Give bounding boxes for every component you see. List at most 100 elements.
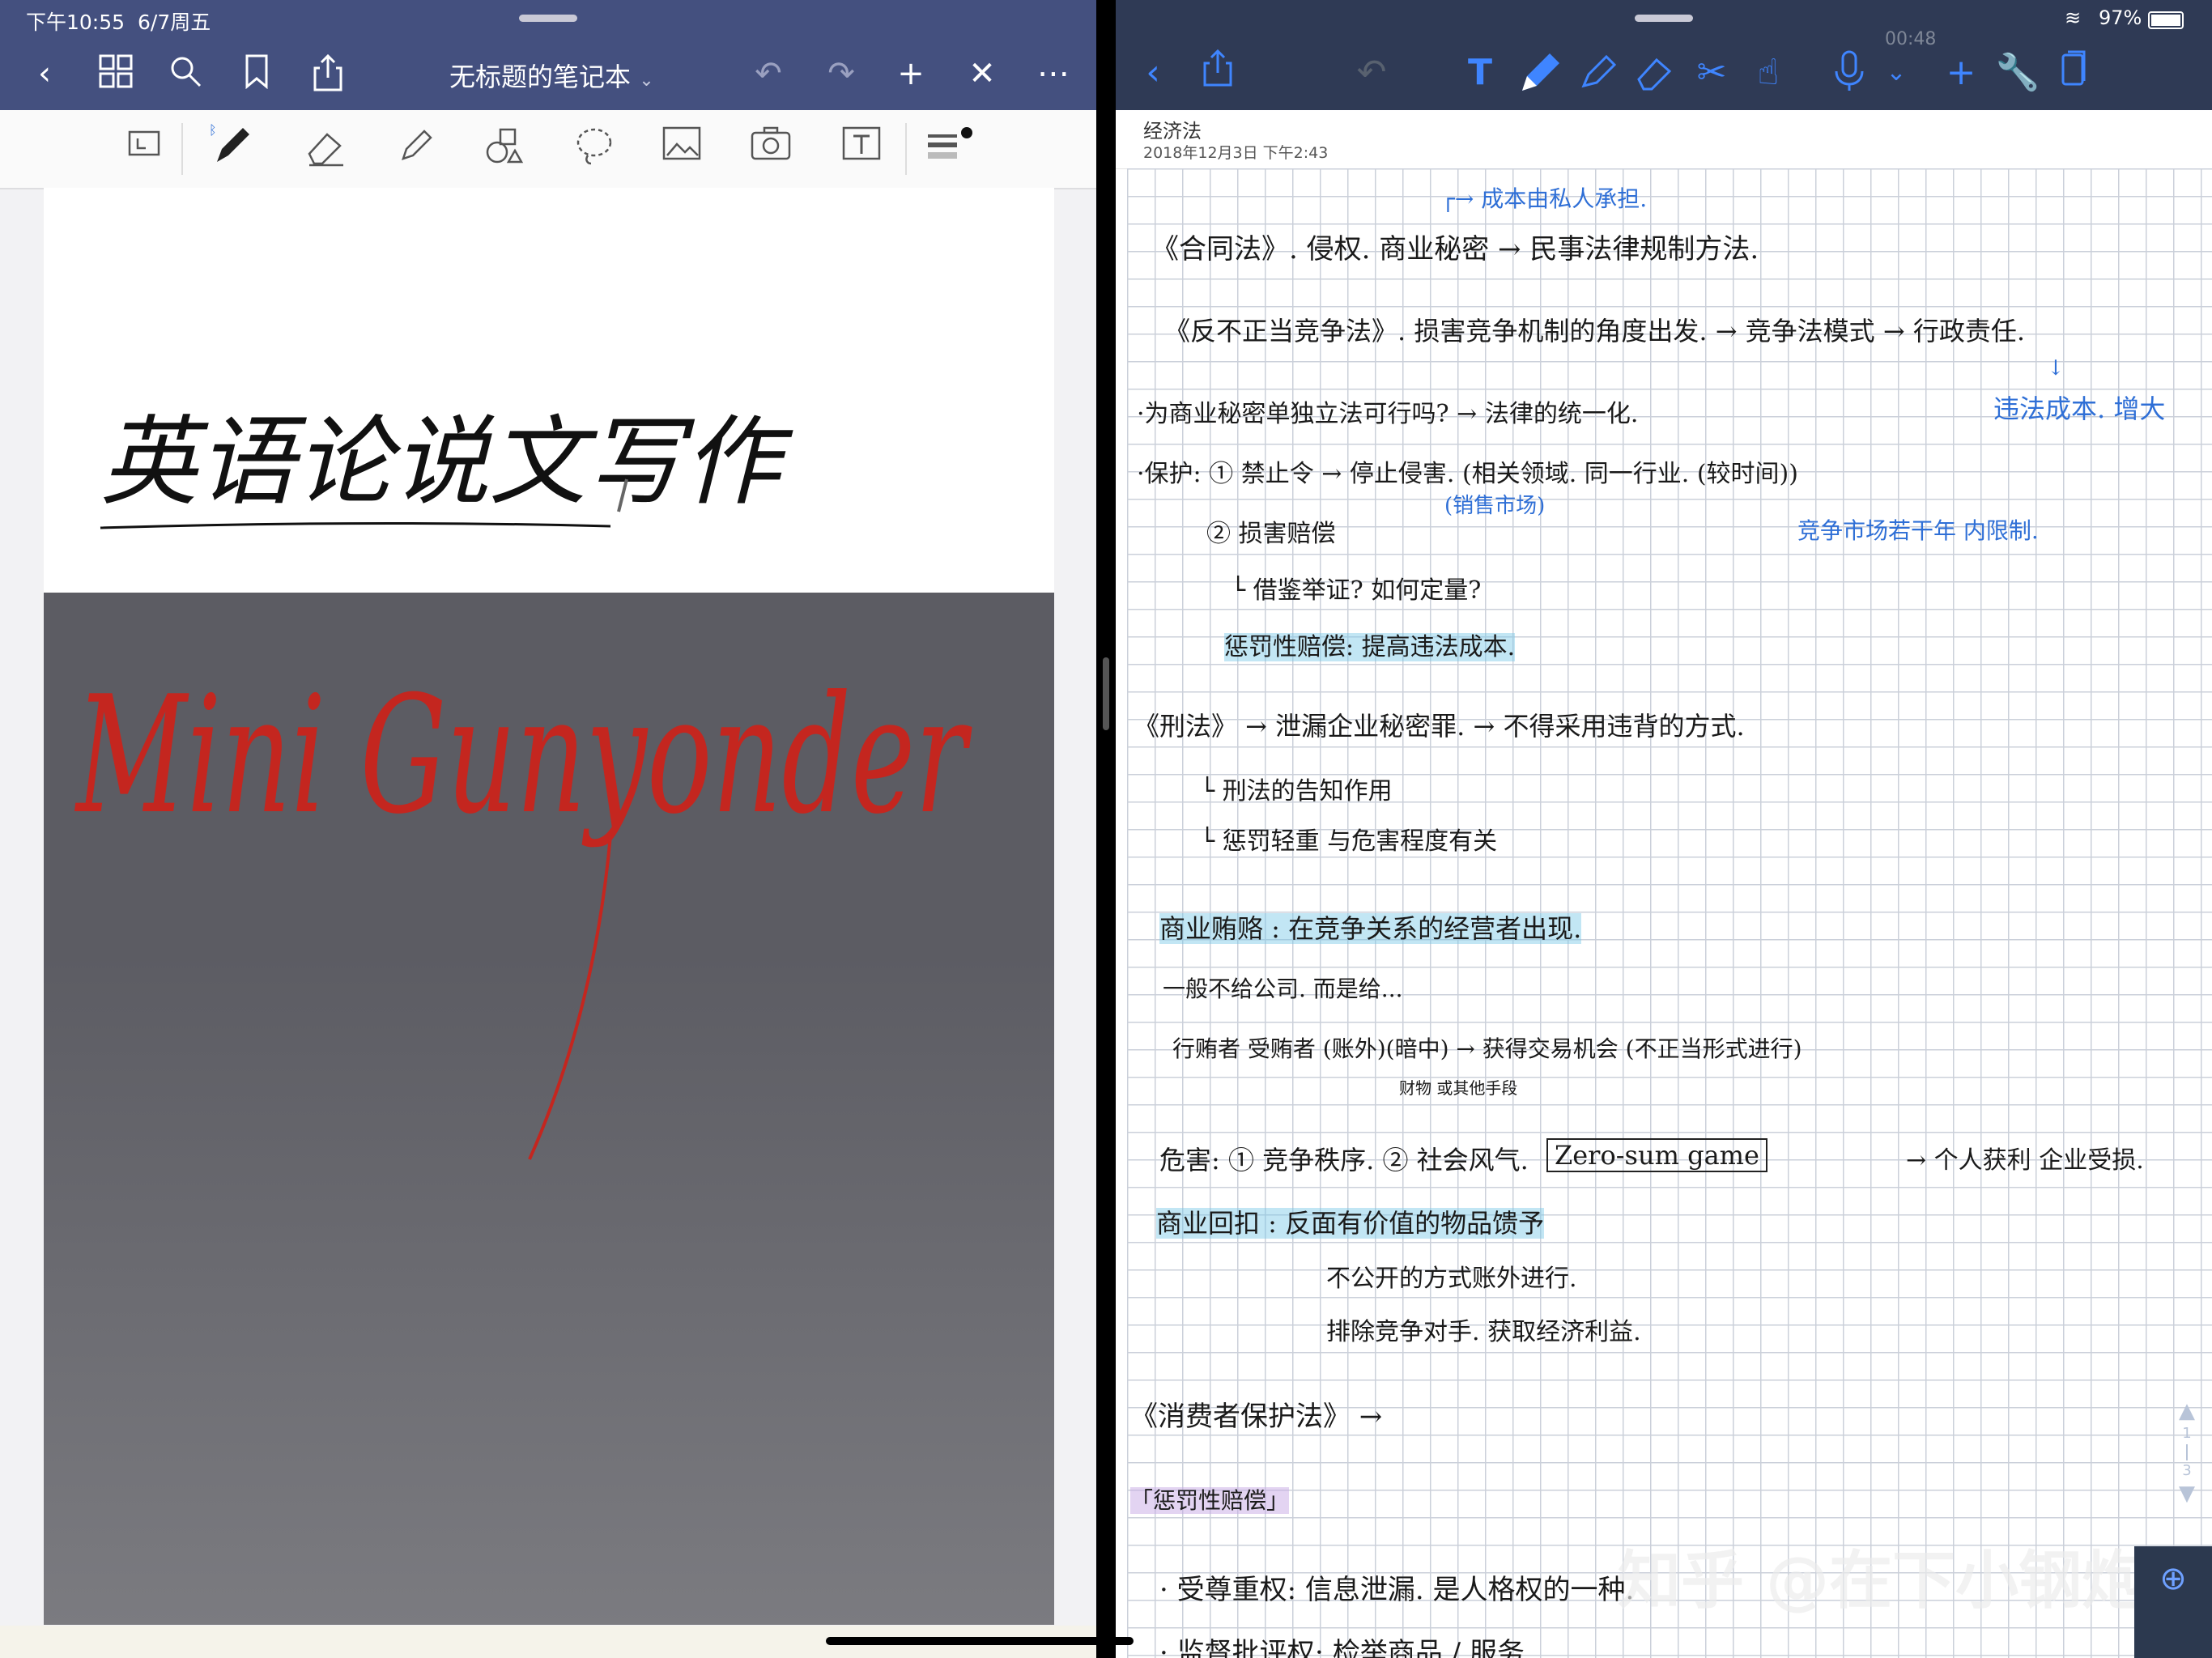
shapes-icon[interactable] [478,123,530,175]
camera-icon[interactable] [745,123,797,175]
undo-icon[interactable]: ↶ [748,53,789,94]
handwritten-line: └ 刑法的告知作用 [1200,777,1393,806]
textbox-icon[interactable] [836,123,887,175]
notebook-page[interactable]: 英语论说文写作 Mini Gunyonder [44,188,1054,1625]
svg-text:ᛒ: ᛒ [209,123,217,138]
close-pen-icon[interactable]: ✕ [962,53,1002,94]
handwritten-line: └ 借鉴举证? 如何定量? [1231,576,1482,605]
status-date: 6/7周五 [138,11,211,34]
notes-app-pane: ≋ 97% 00:48 ‹ ↶ T ✂ ☝ ⌄ + 🔧 经济法 2018年12月… [1116,0,2212,1658]
wifi-icon: ≋ [2065,6,2082,29]
lasso-icon[interactable] [568,123,620,175]
scroll-track [2186,1444,2188,1460]
image-icon[interactable] [656,123,708,175]
scissors-icon[interactable]: ✂ [1687,49,1736,97]
page-switch-icon[interactable] [118,123,170,175]
page-total: 3 [2182,1462,2192,1479]
handwritten-line: 《合同法》. 侵权. 商业秘密 → 民事法律规制方法. [1151,233,1759,266]
note-title[interactable]: 经济法 [1143,115,1202,143]
svg-text:Mini Gunyonder: Mini Gunyonder [74,661,972,850]
handwritten-line: · 监督批评权: 检举商品 / 服务... [1159,1637,1551,1658]
chevron-down-icon[interactable]: ⌄ [1872,49,1921,97]
undo-icon[interactable]: ↶ [1347,49,1396,97]
page-scroller[interactable]: ▲ 1 3 ▼ [2173,1399,2201,1506]
watermark: 知乎 @在下小钢炮 [1618,1545,2146,1618]
back-icon[interactable]: ‹ [24,53,65,94]
search-icon[interactable] [165,53,206,94]
toolbar-divider [905,123,907,175]
handwritten-line: → 个人获利 企业受损. [1906,1146,2144,1175]
add-icon[interactable]: + [891,53,931,94]
pages-icon[interactable] [2048,49,2097,97]
handwritten-line: (销售市场) [1444,494,1546,518]
handwritten-line: 《反不正当竞争法》. 损害竞争机制的角度出发. → 竞争法模式 → 行政责任. [1164,316,2026,346]
drawing-toolbar: ᛒ [0,110,1096,189]
top-navigation-bar: 下午10:55 6/7周五 ‹ 无标题的笔记本 ⌄ ↶ ↷ + ✕ ⋯ [0,0,1096,110]
handwritten-line: 一般不给公司. 而是给... [1163,976,1403,1002]
share-icon[interactable] [1193,49,1242,97]
handwritten-line: ② 损害赔偿 [1206,520,1336,548]
inserted-image[interactable]: Mini Gunyonder [44,593,1054,1625]
handwritten-line: 违法成本. 增大 [1993,393,2166,424]
handwritten-title-strokes: 英语论说文写作 [100,406,793,529]
redo-icon[interactable]: ↷ [821,53,861,94]
handwritten-line: 行贿者 受贿者 (账外)(暗中) → 获得交易机会 (不正当形式进行) [1172,1035,1802,1062]
eraser-icon[interactable] [300,123,351,175]
top-toolbar: ≋ 97% 00:48 ‹ ↶ T ✂ ☝ ⌄ + 🔧 [1116,0,2212,110]
share-icon[interactable] [308,53,348,94]
handwritten-line: ↓ [2047,356,2065,380]
pen-icon[interactable]: ᛒ [206,122,257,175]
handwritten-line: 危害: ① 竞争秩序. ② 社会风气. [1159,1145,1529,1175]
pen-tool-icon[interactable] [1516,49,1564,97]
note-header: 经济法 2018年12月3日 下午2:43 [1116,110,2212,169]
highlighter-icon[interactable] [390,123,442,175]
text-tool-icon[interactable]: T [1456,49,1504,97]
recording-time: 00:48 [1885,29,1937,49]
grid-paper-canvas[interactable]: ┌→ 成本由私人承担. 《合同法》. 侵权. 商业秘密 → 民事法律规制方法. … [1127,168,2212,1658]
status-time: 下午10:55 [26,11,125,34]
hand-tool-icon[interactable]: ☝ [1744,49,1793,97]
highlighter-icon[interactable] [1574,49,1623,97]
handwritten-line: 不公开的方式账外进行. [1326,1265,1577,1293]
handwritten-line: 排除竞争对手. 获取经济利益. [1326,1318,1641,1346]
handwritten-signature: Mini Gunyonder [74,661,972,1160]
color-width-icon[interactable] [923,123,975,175]
handwritten-line: Zero-sum game [1546,1138,1767,1172]
battery-level: 97% [2099,6,2142,29]
handwritten-line: 《刑法》 → 泄漏企业秘密罪. → 不得采用违背的方式. [1134,711,1745,742]
home-indicator[interactable] [826,1637,1134,1645]
handwritten-line: ·保护: ① 禁止令 → 停止侵害. (相关领域. 同一行业. (较时间)) [1137,460,1798,488]
handwritten-line: 商业贿赂 : 在竞争关系的经营者出现. [1159,913,1582,944]
eraser-icon[interactable] [1631,49,1679,97]
microphone-icon[interactable] [1825,49,1874,97]
divider-grip[interactable] [1103,657,1109,730]
grid-icon[interactable] [96,53,136,94]
battery-icon [2148,11,2184,29]
toolbar-divider [181,123,183,175]
more-icon[interactable]: ⋯ [1033,53,1074,94]
note-date: 2018年12月3日 下午2:43 [1143,144,1329,162]
handwritten-line: 惩罚性赔偿: 提高违法成本. [1224,633,1516,661]
handwritten-line: 《消费者保护法》 → [1130,1401,1383,1433]
notebook-app-pane: 下午10:55 6/7周五 ‹ 无标题的笔记本 ⌄ ↶ ↷ + ✕ ⋯ ᛒ 英语… [0,0,1096,1658]
handwritten-line: 「惩罚性赔偿」 [1130,1487,1290,1514]
handwriting-area[interactable]: 英语论说文写作 [44,188,1054,593]
handwritten-line: ·为商业秘密单独立法可行吗? → 法律的统一化. [1137,400,1639,428]
wrench-icon[interactable]: 🔧 [1993,49,2042,97]
handwritten-line: └ 惩罚轻重 与危害程度有关 [1200,827,1498,856]
zoom-icon[interactable]: ⊕ [2134,1546,2212,1658]
handwritten-line: 商业回扣 : 反面有价值的物品馈予 [1156,1208,1545,1239]
notebook-title[interactable]: 无标题的笔记本 ⌄ [449,57,692,94]
bookmark-icon[interactable] [236,53,277,94]
back-icon[interactable]: ‹ [1129,49,1177,97]
add-page-icon[interactable]: + [1937,49,1985,97]
handwritten-line: 财物 或其他手段 [1399,1078,1518,1098]
scroll-up-icon[interactable]: ▲ [2173,1399,2201,1423]
handwritten-line: 竞争市场若干年 内限制. [1797,517,2039,544]
scroll-down-icon[interactable]: ▼ [2173,1482,2201,1506]
handwritten-line: · 受尊重权: 信息泄漏. 是人格权的一种. [1159,1574,1635,1606]
multitask-handle[interactable] [1635,15,1693,22]
multitask-handle[interactable] [519,15,577,22]
split-view-divider[interactable] [1096,0,1116,1658]
page-current: 1 [2182,1425,2192,1442]
